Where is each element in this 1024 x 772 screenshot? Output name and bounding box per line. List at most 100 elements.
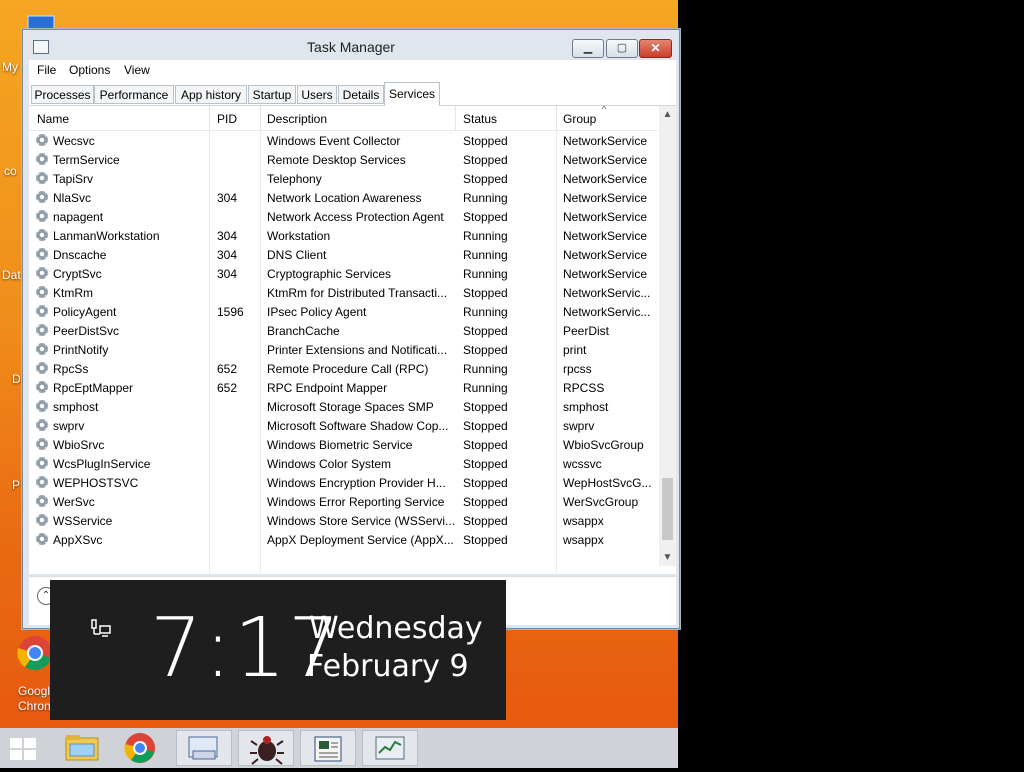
service-status: Running [463,267,508,281]
table-row[interactable]: NlaSvc 304 Network Location Awareness Runni… [29,188,658,207]
tab-users[interactable]: Users [297,85,337,104]
service-status: Running [463,305,508,319]
tab-details[interactable]: Details [338,85,384,104]
table-row[interactable]: smphost Microsoft Storage Spaces SMP Stopp… [29,397,658,416]
table-row[interactable]: WEPHOSTSVC Windows Encryption Provider H.… [29,473,658,492]
service-status: Stopped [463,153,508,167]
service-name: smphost [53,400,99,414]
service-status: Stopped [463,438,508,452]
table-row[interactable]: Wecsvc Windows Event Collector Stopped Netw… [29,131,658,150]
vertical-scrollbar[interactable]: ▲ ▼ [659,106,676,566]
table-row[interactable]: PeerDistSvc BranchCache Stopped PeerDist [29,321,658,340]
service-name: KtmRm [53,286,93,300]
table-row[interactable]: Dnscache 304 DNS Client Running NetworkServi… [29,245,658,264]
table-row[interactable]: WSService Windows Store Service (WSServi.… [29,511,658,530]
scroll-up-arrow-icon[interactable]: ▲ [659,106,676,123]
header-separator [260,106,261,130]
menu-view[interactable]: View [124,63,150,77]
service-name: Dnscache [53,248,107,262]
table-row[interactable]: CryptSvc 304 Cryptographic Services Running… [29,264,658,283]
service-gear-icon [36,172,48,184]
service-status: Stopped [463,324,508,338]
table-row[interactable]: KtmRm KtmRm for Distributed Transacti... S… [29,283,658,302]
table-row[interactable]: TapiSrv Telephony Stopped NetworkService [29,169,658,188]
scrollbar-thumb[interactable] [662,478,673,540]
service-group: smphost [563,400,609,414]
tab-startup[interactable]: Startup [248,85,296,104]
service-description: Windows Event Collector [267,134,401,148]
empty-screen-area [678,0,1024,768]
table-row[interactable]: LanmanWorkstation 304 Workstation Running Ne… [29,226,658,245]
service-gear-icon [36,381,48,393]
tab-performance[interactable]: Performance [94,85,174,104]
table-row[interactable]: WerSvc Windows Error Reporting Service Sto… [29,492,658,511]
service-group: WerSvcGroup [563,495,639,509]
service-group: NetworkService [563,248,648,262]
column-header-group[interactable]: Group [563,112,596,126]
service-name: WEPHOSTSVC [53,476,139,490]
tab-app-history[interactable]: App history [175,85,247,104]
table-row[interactable]: RpcSs 652 Remote Procedure Call (RPC) Runni… [29,359,658,378]
table-row[interactable]: WcsPlugInService Windows Color System Stop… [29,454,658,473]
desktop-icon-label: P [12,478,21,492]
service-name: RpcSs [53,362,89,376]
service-pid: 304 [217,267,238,281]
chrome-icon[interactable] [112,730,168,766]
minimize-button[interactable]: ▁ [572,39,604,58]
table-row[interactable]: TermService Remote Desktop Services Stoppe… [29,150,658,169]
service-pid: 304 [217,229,238,243]
service-description: RPC Endpoint Mapper [267,381,388,395]
service-description: Network Location Awareness [267,191,422,205]
column-header-pid[interactable]: PID [217,112,237,126]
service-description: Windows Color System [267,457,392,471]
service-gear-icon [36,286,48,298]
service-description: Microsoft Storage Spaces SMP [267,400,434,414]
service-pid: 304 [217,191,238,205]
column-header-description[interactable]: Description [267,112,327,126]
table-row[interactable]: RpcEptMapper 652 RPC Endpoint Mapper Runnin… [29,378,658,397]
service-status: Stopped [463,400,508,414]
maximize-button[interactable]: ▢ [606,39,638,58]
service-pid: 652 [217,381,238,395]
google-chrome-desktop-icon[interactable] [16,634,52,671]
service-status: Stopped [463,495,508,509]
service-name: PrintNotify [53,343,109,357]
service-group: WbioSvcGroup [563,438,644,452]
service-name: CryptSvc [53,267,102,281]
table-row[interactable]: swprv Microsoft Software Shadow Cop... Sto… [29,416,658,435]
menu-file[interactable]: File [37,63,56,77]
service-group: NetworkService [563,153,648,167]
keyboard-app-icon[interactable] [176,730,232,766]
table-row[interactable]: PolicyAgent 1596 IPsec Policy Agent Running… [29,302,658,321]
table-row[interactable]: PrintNotify Printer Extensions and Notifi… [29,340,658,359]
task-manager-icon[interactable] [362,730,418,766]
menu-bar: File Options View [29,60,676,82]
menu-options[interactable]: Options [69,63,110,77]
title-bar[interactable]: Task Manager ▁ ▢ ✕ [23,30,679,60]
table-row[interactable]: napagent Network Access Protection Agent S… [29,207,658,226]
taskbar [0,728,678,768]
service-description: DNS Client [267,248,327,262]
column-header-status[interactable]: Status [463,112,497,126]
service-name: RpcEptMapper [53,381,134,395]
tab-processes[interactable]: Processes [31,85,94,104]
table-row[interactable]: AppXSvc AppX Deployment Service (AppX... S… [29,530,658,549]
start-button[interactable] [0,730,56,766]
scroll-down-arrow-icon[interactable]: ▼ [659,549,676,566]
close-button[interactable]: ✕ [639,39,672,58]
tab-services[interactable]: Services [384,82,440,106]
bug-app-icon[interactable] [238,730,294,766]
table-row[interactable]: WbioSrvc Windows Biometric Service Stopped… [29,435,658,454]
service-status: Stopped [463,419,508,433]
service-status: Stopped [463,343,508,357]
column-header-name[interactable]: Name [37,112,69,126]
column-headers: Name PID Description Status Group ^ [29,104,658,131]
maximize-icon: ▢ [616,42,628,54]
close-icon: ✕ [650,41,661,55]
file-explorer-icon[interactable] [54,730,110,766]
service-gear-icon [36,229,48,241]
service-gear-icon [36,305,48,317]
reader-app-icon[interactable] [300,730,356,766]
service-pid: 652 [217,362,238,376]
service-group: NetworkServic... [563,286,651,300]
